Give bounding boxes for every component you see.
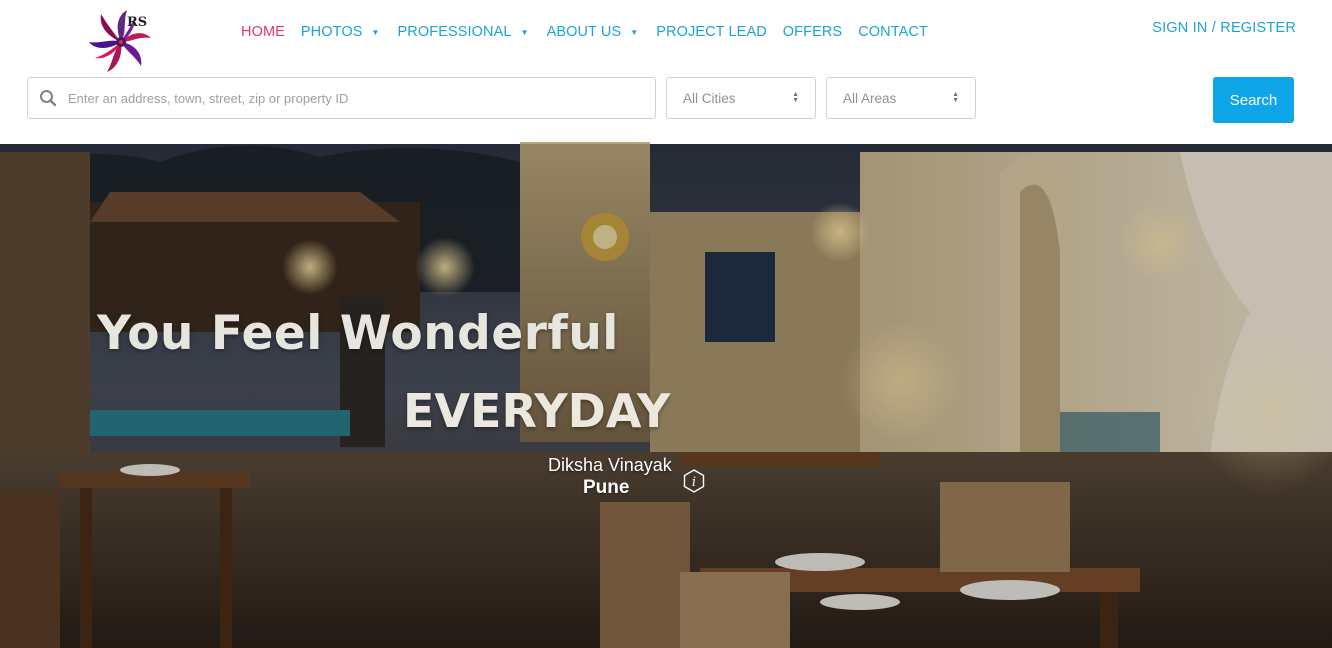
cities-select-value: All Cities [683,90,736,106]
main-nav: HOME PHOTOS ▼ PROFESSIONAL ▼ ABOUT US ▼ … [241,24,944,40]
hero-owner-name: Diksha Vinayak [548,455,672,475]
hero-title: You Feel Wonderful [97,306,619,361]
search-button[interactable]: Search [1213,77,1294,123]
nav-label: CONTACT [858,24,928,40]
sign-in-register-link[interactable]: SIGN IN / REGISTER [1152,20,1296,36]
nav-item-home[interactable]: HOME [241,24,285,40]
hero-city: Pune [583,477,630,498]
updown-arrows-icon: ▲ ▼ [792,91,799,104]
site-logo[interactable]: RS [84,6,158,72]
nav-label: ABOUT US [546,24,622,40]
search-icon [28,78,68,118]
caret-down-icon: ▼ [520,27,529,37]
nav-label: PROFESSIONAL [397,24,512,40]
cities-select[interactable]: All Cities ▲ ▼ [666,77,816,119]
hero-subtitle: EVERYDAY [403,384,671,438]
areas-select-value: All Areas [843,90,897,106]
nav-item-project-lead[interactable]: PROJECT LEAD [656,24,767,40]
nav-item-professional[interactable]: PROFESSIONAL ▼ [398,24,531,40]
updown-arrows-icon: ▲ ▼ [952,91,959,104]
hero-banner: You Feel Wonderful EVERYDAY Diksha Vinay… [0,132,1332,648]
search-input[interactable] [68,79,655,117]
logo-text: RS [127,15,147,30]
search-bar [27,77,656,119]
nav-item-offers[interactable]: OFFERS [783,24,842,40]
areas-select[interactable]: All Areas ▲ ▼ [826,77,976,119]
nav-label: PROJECT LEAD [656,24,767,40]
caret-down-icon: ▼ [371,27,380,37]
nav-item-about-us[interactable]: ABOUT US ▼ [547,24,641,40]
nav-item-contact[interactable]: CONTACT [858,24,928,40]
caret-down-icon: ▼ [630,27,639,37]
nav-label: HOME [241,24,285,40]
nav-label: PHOTOS [300,24,363,40]
nav-item-photos[interactable]: PHOTOS ▼ [301,24,382,40]
site-header: RS HOME PHOTOS ▼ PROFESSIONAL ▼ ABOUT US… [0,0,1332,132]
nav-label: OFFERS [782,24,843,40]
svg-text:i: i [692,475,696,490]
info-icon[interactable]: i [683,469,705,493]
